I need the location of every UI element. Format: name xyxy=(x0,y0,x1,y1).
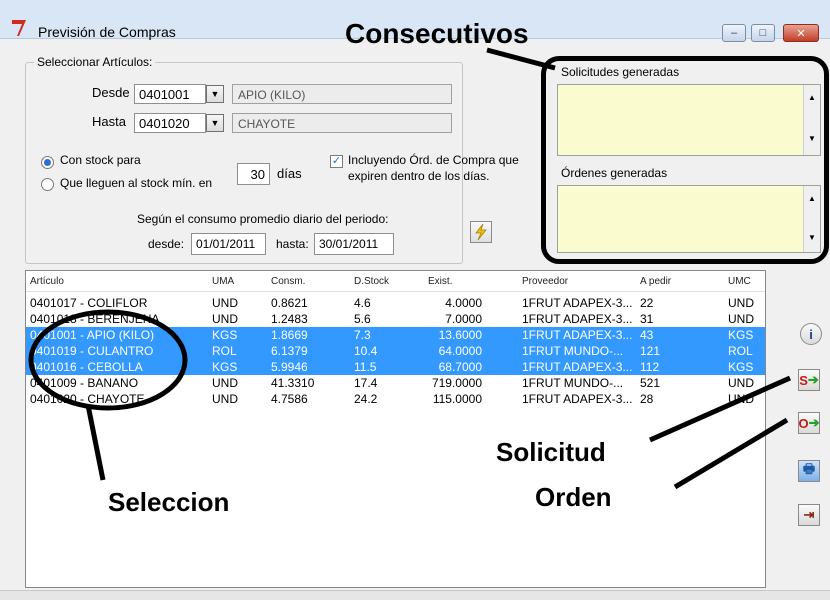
print-button[interactable]: 🖶 xyxy=(798,460,820,482)
info-button[interactable]: i xyxy=(800,323,822,345)
printer-icon: 🖶 xyxy=(802,461,816,476)
solicitud-icon: S xyxy=(799,372,808,388)
annotation-solicitud: Solicitud xyxy=(496,437,606,467)
exit-button[interactable]: ⇥ xyxy=(798,504,820,526)
annotation-orden: Orden xyxy=(535,482,612,512)
exit-door-icon: ⇥ xyxy=(803,507,815,522)
arrow-icon: ➔ xyxy=(808,415,820,430)
window: Previsión de Compras – □ ✕ Consecutivos … xyxy=(0,0,830,600)
annotation-seleccion: Seleccion xyxy=(108,487,230,517)
arrow-icon: ➔ xyxy=(807,372,819,387)
generate-orden-button[interactable]: O ➔ xyxy=(798,412,820,434)
info-icon: i xyxy=(809,326,813,342)
generate-solicitud-button[interactable]: S ➔ xyxy=(798,369,820,391)
orden-icon: O xyxy=(798,415,809,431)
